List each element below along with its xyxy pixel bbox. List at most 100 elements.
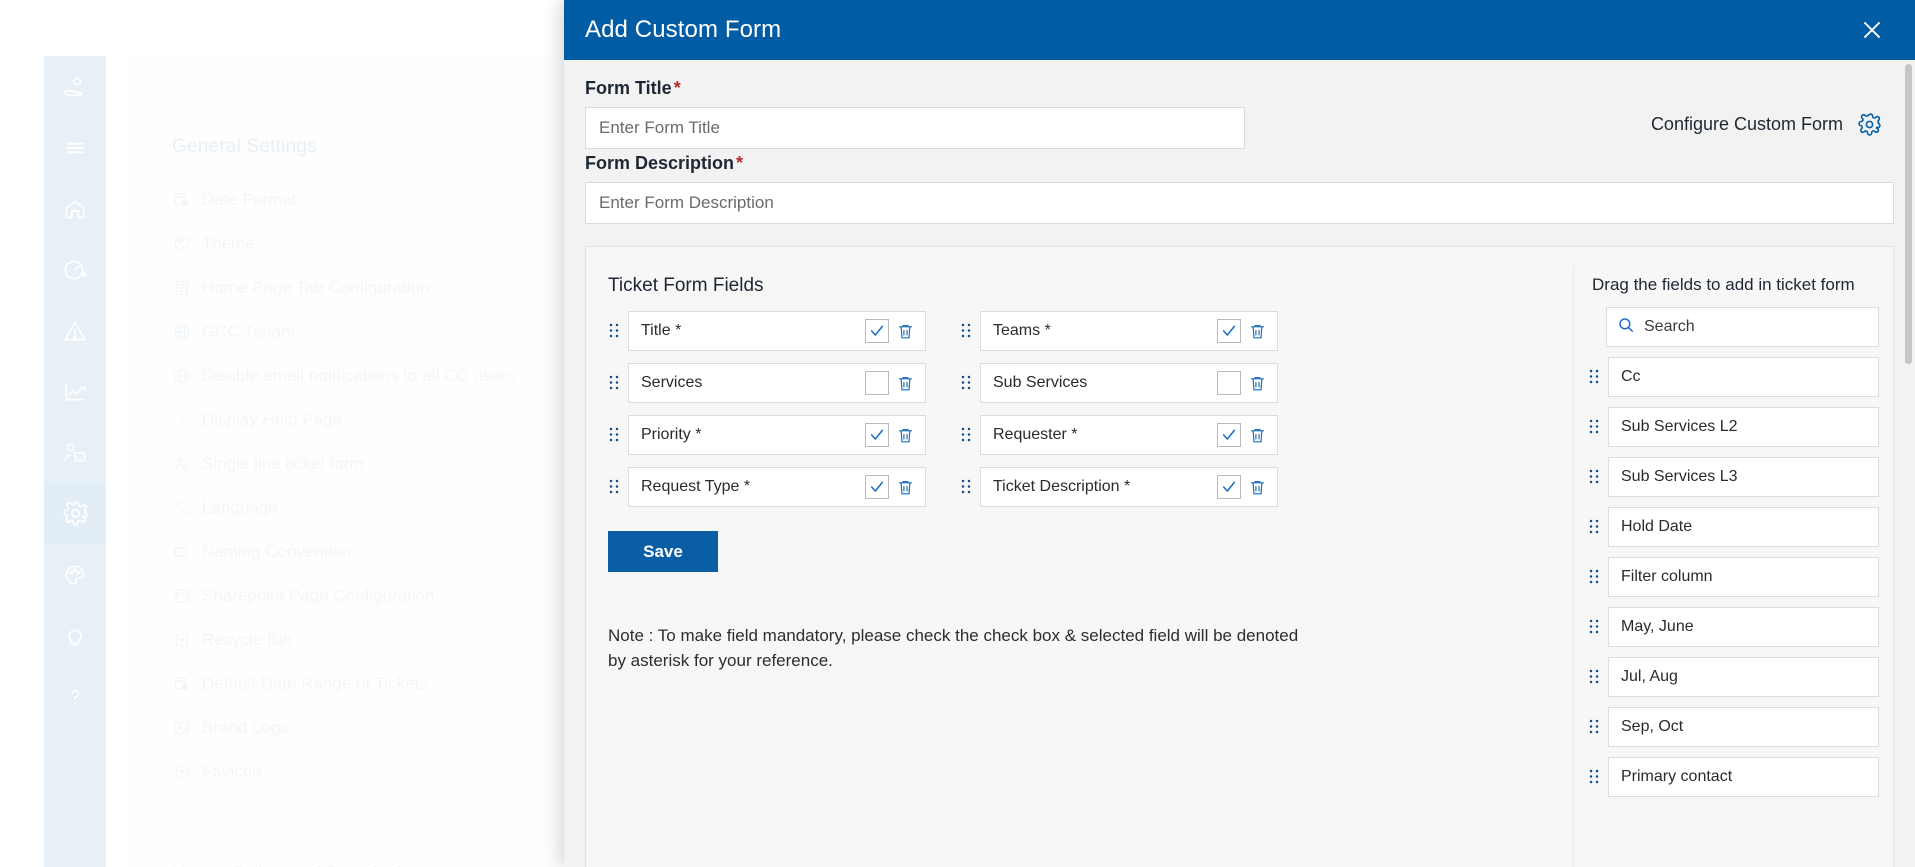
available-field-row[interactable]: Sub Services L3 [1588, 457, 1879, 497]
label-icon [172, 543, 191, 562]
drag-fields-heading: Drag the fields to add in ticket form [1592, 275, 1855, 294]
ticket-field-label: Title * [641, 322, 682, 339]
calendar-clock-icon [172, 191, 191, 210]
hamburger-menu-icon[interactable] [44, 117, 106, 178]
ticket-field-label: Ticket Description * [993, 478, 1131, 495]
delete-field-icon[interactable] [896, 374, 918, 393]
available-field-row[interactable]: Filter column [1588, 557, 1879, 597]
drag-handle-icon[interactable] [1588, 468, 1600, 486]
drag-handle-icon[interactable] [1588, 768, 1600, 786]
lightbulb-icon[interactable] [44, 605, 106, 666]
ticket-form-fields-heading: Ticket Form Fields [608, 275, 764, 296]
calendar-clock-icon [172, 675, 191, 694]
search-icon [1617, 316, 1635, 339]
ticket-field-row: Sub Services [960, 363, 1278, 403]
required-asterisk: * [736, 153, 744, 173]
available-field-label: Sub Services L2 [1608, 407, 1879, 447]
available-field-row[interactable]: Sep, Oct [1588, 707, 1879, 747]
required-asterisk: * [673, 78, 681, 98]
recycle-bin-icon [172, 631, 191, 650]
configure-custom-form-link[interactable]: Configure Custom Form [1651, 114, 1843, 135]
settings-gear-icon[interactable] [44, 483, 106, 544]
mandatory-checkbox[interactable] [1217, 423, 1241, 447]
question-icon [172, 411, 191, 430]
drag-handle-icon[interactable] [1588, 668, 1600, 686]
drag-handle-icon[interactable] [608, 426, 620, 444]
gear-icon[interactable] [1857, 112, 1882, 137]
settings-item-label: Default Date Range of Tickets [202, 674, 428, 693]
mandatory-checkbox[interactable] [865, 475, 889, 499]
app-root: AA General Settings Date Format Theme Ho… [0, 0, 1915, 867]
available-field-row[interactable]: Hold Date [1588, 507, 1879, 547]
available-field-label: Sep, Oct [1608, 707, 1879, 747]
analytics-chart-icon[interactable] [44, 361, 106, 422]
form-description-input[interactable] [585, 182, 1894, 224]
mandatory-checkbox[interactable] [1217, 319, 1241, 343]
drag-handle-icon[interactable] [960, 322, 972, 340]
help-question-icon[interactable] [44, 666, 106, 727]
available-field-row[interactable]: Cc [1588, 357, 1879, 397]
modal-scrollbar-thumb[interactable] [1905, 64, 1912, 364]
ticket-field-box: Title * [628, 311, 926, 351]
drag-handle-icon[interactable] [1588, 368, 1600, 386]
settings-item-label: Home Page Tab Configuration [202, 278, 430, 297]
mandatory-checkbox[interactable] [1217, 475, 1241, 499]
drag-handle-icon[interactable] [960, 374, 972, 392]
ticket-field-label: Teams * [993, 322, 1051, 339]
drag-handle-icon[interactable] [608, 374, 620, 392]
drag-handle-icon[interactable] [1588, 418, 1600, 436]
add-custom-form-modal: Add Custom Form Form Title* Configure Cu… [564, 0, 1915, 867]
available-field-row[interactable]: May, June [1588, 607, 1879, 647]
theme-palette-icon[interactable] [44, 544, 106, 605]
search-input[interactable] [1644, 318, 1868, 336]
left-icon-rail: AA [44, 56, 106, 867]
available-field-row[interactable]: Primary contact [1588, 757, 1879, 797]
mandatory-checkbox[interactable] [865, 423, 889, 447]
translate-icon: 文A [172, 499, 191, 518]
delete-field-icon[interactable] [1248, 374, 1270, 393]
mandatory-checkbox[interactable] [865, 319, 889, 343]
service-hand-icon[interactable] [44, 56, 106, 117]
drag-handle-icon[interactable] [1588, 518, 1600, 536]
ticket-field-box: Ticket Description * [980, 467, 1278, 507]
favicon-icon [172, 763, 191, 782]
ticket-form-fields-grid: Title * Teams * Services Sub Services Priori… [608, 311, 1551, 519]
modal-body: Form Title* Configure Custom Form [564, 60, 1915, 867]
user-group-icon[interactable]: AA [44, 422, 106, 483]
drag-handle-icon[interactable] [608, 322, 620, 340]
drag-handle-icon[interactable] [608, 478, 620, 496]
dashboard-gauge-icon[interactable] [44, 239, 106, 300]
ticket-field-box: Services [628, 363, 926, 403]
delete-field-icon[interactable] [1248, 426, 1270, 445]
delete-field-icon[interactable] [1248, 478, 1270, 497]
save-button[interactable]: Save [608, 531, 718, 572]
form-title-input[interactable] [585, 107, 1245, 149]
drag-handle-icon[interactable] [1588, 568, 1600, 586]
available-field-row[interactable]: Jul, Aug [1588, 657, 1879, 697]
configure-custom-form-row: Configure Custom Form [1255, 78, 1894, 137]
home-icon[interactable] [44, 178, 106, 239]
mandatory-checkbox[interactable] [1217, 371, 1241, 395]
drag-handle-icon[interactable] [1588, 718, 1600, 736]
settings-item-label: Date Format [202, 190, 297, 209]
drag-handle-icon[interactable] [960, 426, 972, 444]
globe-icon [172, 323, 191, 342]
delete-field-icon[interactable] [1248, 322, 1270, 341]
close-icon[interactable] [1851, 9, 1893, 51]
delete-field-icon[interactable] [896, 426, 918, 445]
available-fields-panel: Drag the fields to add in ticket form Cc… [1573, 265, 1893, 867]
ticket-field-label: Services [641, 374, 703, 391]
window-icon [172, 587, 191, 606]
drag-handle-icon[interactable] [960, 478, 972, 496]
ticket-form-fields-panel: Ticket Form Fields Title * Teams * Service… [586, 265, 1573, 867]
drag-handle-icon[interactable] [1588, 618, 1600, 636]
mandatory-checkbox[interactable] [865, 371, 889, 395]
settings-item-label: Sharepoint Page Configuration [202, 586, 435, 605]
modal-header: Add Custom Form [564, 0, 1915, 60]
delete-field-icon[interactable] [896, 478, 918, 497]
available-field-row[interactable]: Sub Services L2 [1588, 407, 1879, 447]
alert-triangle-icon[interactable] [44, 300, 106, 361]
ticket-field-label: Request Type * [641, 478, 751, 495]
delete-field-icon[interactable] [896, 322, 918, 341]
settings-item-label: Brand Logo [202, 718, 290, 737]
